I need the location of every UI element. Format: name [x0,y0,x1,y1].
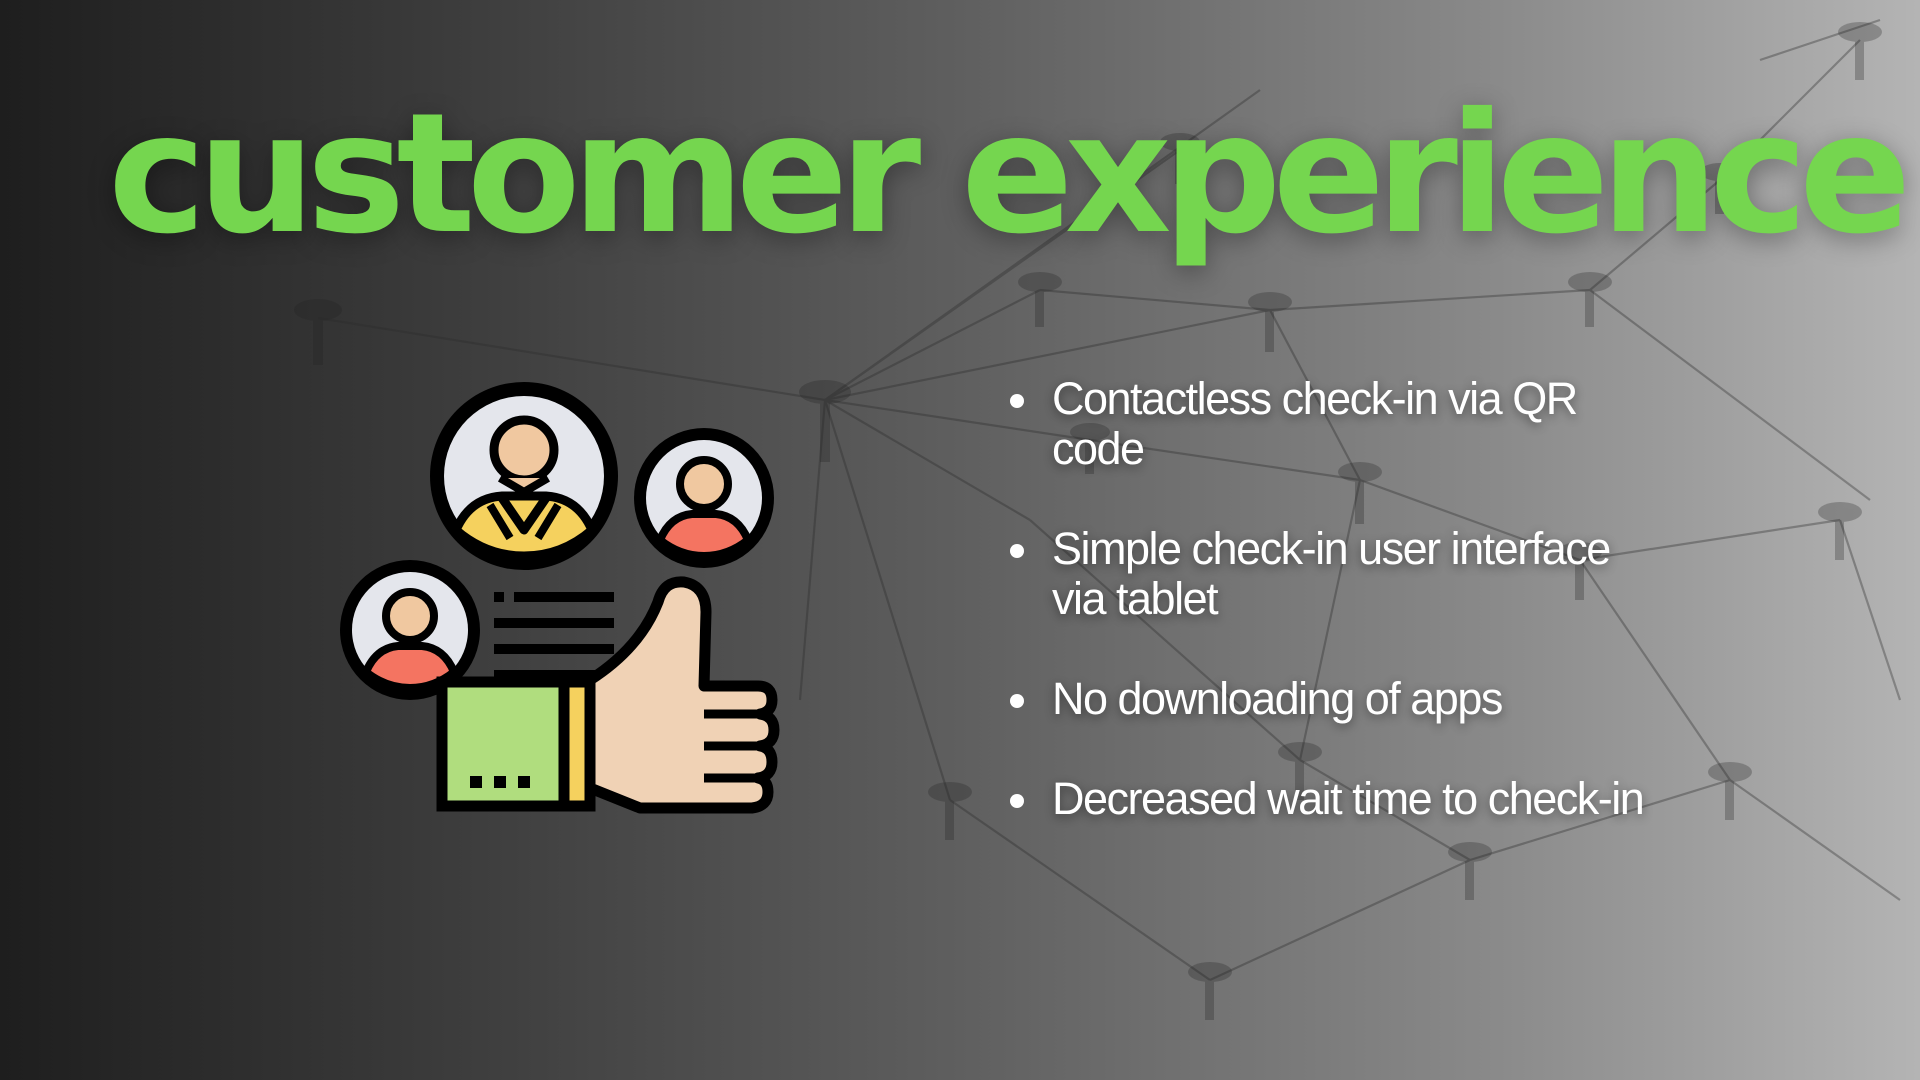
text-lines-icon [494,592,614,680]
thumbs-up-icon [436,576,780,814]
bullet-dot-icon [1010,694,1024,708]
bullet-text: Simple check-in user interface via table… [1052,523,1611,624]
bullet-text: Decreased wait time to check-in [1052,773,1645,824]
bullet-dot-icon [1010,794,1024,808]
slide: customer experience Contactless check-in… [0,0,1920,1080]
feature-bullet-list: Contactless check-in via QR code Simple … [1006,374,1666,874]
bullet-dot-icon [1010,394,1024,408]
bullet-text: No downloading of apps [1052,673,1503,724]
person-avatar-icon [430,382,618,570]
bullet-text: Contactless check-in via QR code [1052,373,1578,474]
bullet-contactless-check-in: Contactless check-in via QR code [1006,374,1666,474]
bullet-simple-check-in-ui: Simple check-in user interface via table… [1006,524,1666,624]
person-avatar-icon [634,428,774,568]
bullet-no-app-download: No downloading of apps [1006,674,1666,724]
customer-satisfaction-thumbs-up-icon [340,382,780,814]
bullet-dot-icon [1010,544,1024,558]
slide-title: customer experience [108,78,1912,271]
bullet-decreased-wait-time: Decreased wait time to check-in [1006,774,1666,824]
